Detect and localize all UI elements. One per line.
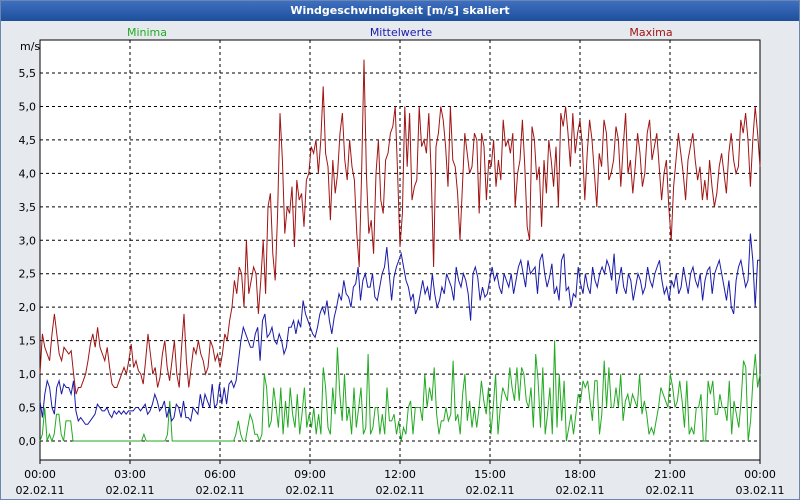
x-tick-date: 02.02.11 <box>106 484 155 497</box>
x-tick-date: 02.02.11 <box>646 484 695 497</box>
x-tick-date: 02.02.11 <box>556 484 605 497</box>
x-tick-time: 15:00 <box>474 468 506 481</box>
y-tick-label: 5,5 <box>19 67 37 80</box>
x-tick-time: 18:00 <box>564 468 596 481</box>
x-tick-date: 02.02.11 <box>466 484 515 497</box>
legend: Minima Mittelwerte Maxima <box>127 26 673 39</box>
x-tick-date: 02.02.11 <box>376 484 425 497</box>
x-tick-time: 03:00 <box>114 468 146 481</box>
y-tick-label: 4,0 <box>19 167 37 180</box>
legend-entry-mittelwerte: Mittelwerte <box>370 26 433 39</box>
y-tick-label: 3,0 <box>19 234 37 247</box>
x-tick-date: 02.02.11 <box>286 484 335 497</box>
y-tick-label: 2,5 <box>19 268 37 281</box>
wind-speed-chart: 0,00,51,01,52,02,53,03,54,04,55,05,5m/s … <box>16 26 785 497</box>
x-tick-time: 21:00 <box>654 468 686 481</box>
legend-entry-minima: Minima <box>127 26 167 39</box>
y-tick-label: 0,5 <box>19 402 37 415</box>
x-tick-date: 03.02.11 <box>736 484 785 497</box>
y-tick-label: 1,0 <box>19 368 37 381</box>
y-tick-label: 4,5 <box>19 134 37 147</box>
x-tick-time: 00:00 <box>744 468 776 481</box>
y-tick-label: 2,0 <box>19 301 37 314</box>
x-tick-time: 12:00 <box>384 468 416 481</box>
x-tick-time: 00:00 <box>24 468 56 481</box>
x-tick-date: 02.02.11 <box>196 484 245 497</box>
y-tick-label: 0,0 <box>19 435 37 448</box>
x-tick-date: 02.02.11 <box>16 484 65 497</box>
y-axis: 0,0 0,5 1,0 1,5 2,0 2,5 3,0 3,5 4,0 4,5 5,0 5,5 m/s <box>19 40 41 448</box>
y-tick-label: 1,5 <box>19 335 37 348</box>
x-tick-time: 06:00 <box>204 468 236 481</box>
x-tick-time: 09:00 <box>294 468 326 481</box>
y-tick-label: 3,5 <box>19 201 37 214</box>
y-tick-label: 5,0 <box>19 100 37 113</box>
y-axis-label: m/s <box>20 40 40 53</box>
x-axis: 00:00 02.02.11 03:00 02.02.11 06:00 02.02.11 0… <box>16 460 785 497</box>
legend-entry-maxima: Maxima <box>629 26 672 39</box>
